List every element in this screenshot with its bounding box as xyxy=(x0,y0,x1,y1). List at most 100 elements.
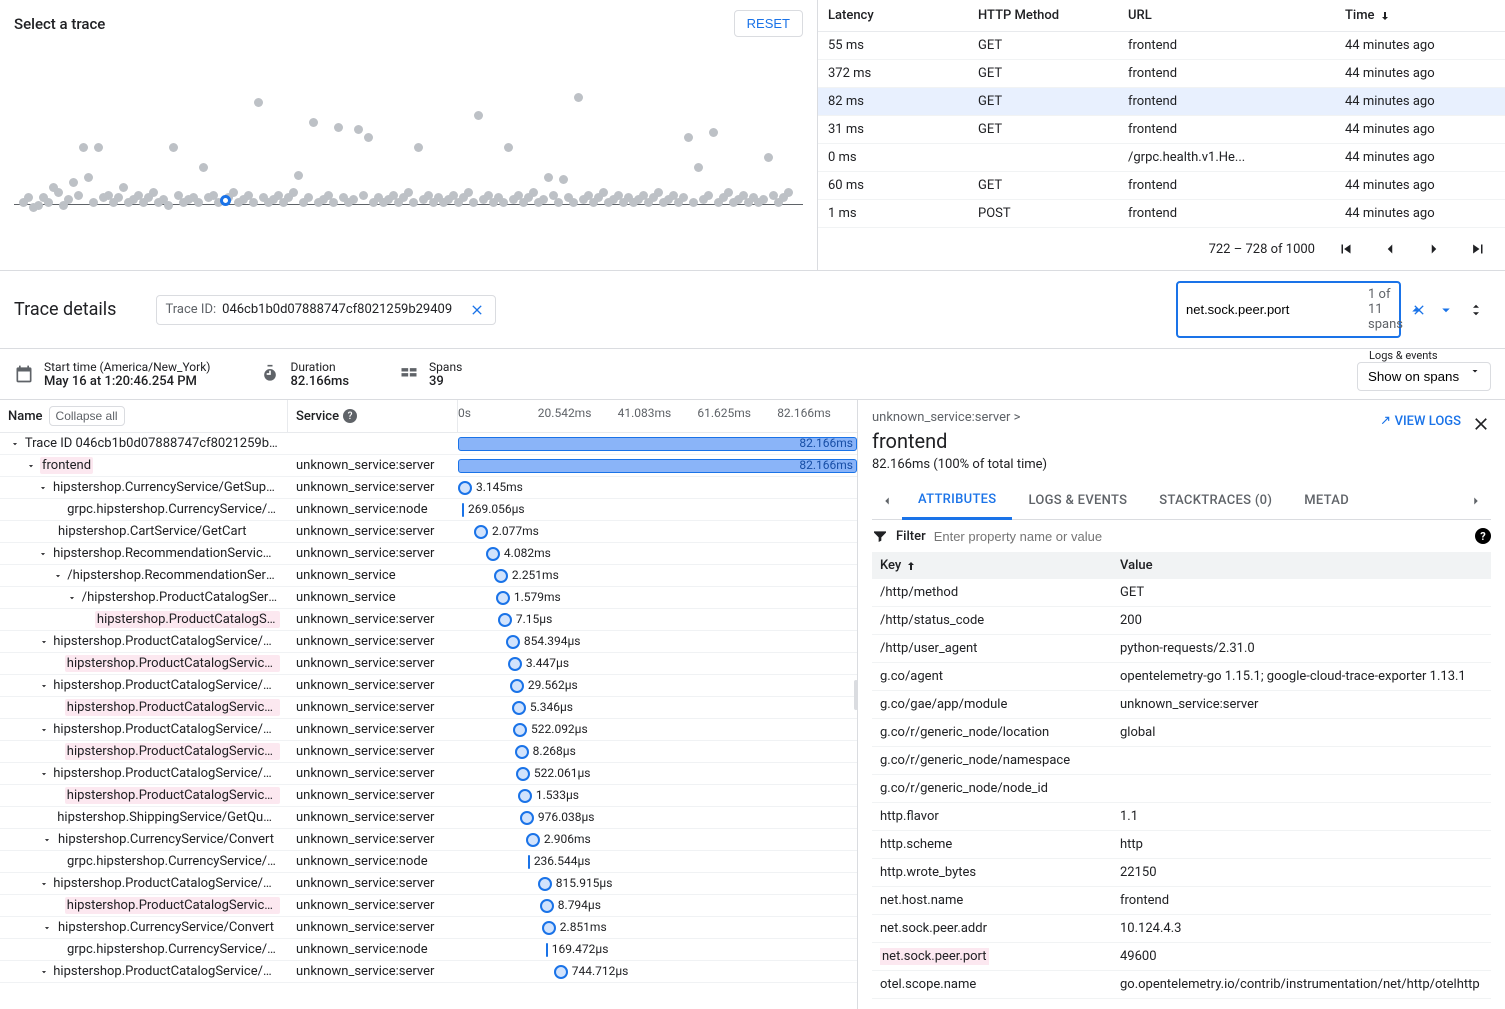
span-row[interactable]: hipstershop.CurrencyService/Convertunkno… xyxy=(0,917,857,939)
attribute-row[interactable]: g.co/agentopentelemetry-go 1.15.1; googl… xyxy=(872,663,1491,691)
tab-metadata[interactable]: METAD xyxy=(1288,483,1365,518)
scatter-dot[interactable] xyxy=(704,191,713,200)
span-row[interactable]: hipstershop.ShippingService/GetQuoteunkn… xyxy=(0,807,857,829)
scatter-dot[interactable] xyxy=(114,193,123,202)
scatter-dot[interactable] xyxy=(254,98,263,107)
span-row[interactable]: hipstershop.RecommendationService/List..… xyxy=(0,543,857,565)
scatter-dot[interactable] xyxy=(474,111,483,120)
tab-stacktraces[interactable]: STACKTRACES (0) xyxy=(1143,483,1288,518)
scatter-dot[interactable] xyxy=(304,193,313,202)
expand-toggle[interactable] xyxy=(10,439,21,449)
scatter-dot[interactable] xyxy=(89,198,98,207)
scatter-dot[interactable] xyxy=(554,198,563,207)
span-row[interactable]: hipstershop.ProductCatalogService/GetPr.… xyxy=(0,675,857,697)
attribute-row[interactable]: g.co/gae/app/moduleunknown_service:serve… xyxy=(872,691,1491,719)
span-row[interactable]: grpc.hipstershop.CurrencyService/GetS...… xyxy=(0,499,857,521)
pager-prev-button[interactable] xyxy=(1377,236,1403,262)
scatter-dot[interactable] xyxy=(559,175,568,184)
scatter-dot[interactable] xyxy=(64,195,73,204)
scatter-dot[interactable] xyxy=(69,178,78,187)
scatter-dot[interactable] xyxy=(689,198,698,207)
expand-toggle[interactable] xyxy=(39,725,50,735)
span-row[interactable]: hipstershop.ProductCatalogService/GetPr.… xyxy=(0,763,857,785)
span-row[interactable]: hipstershop.ProductCatalogService/GetPr.… xyxy=(0,719,857,741)
expand-button[interactable] xyxy=(1461,297,1491,323)
th-method[interactable]: HTTP Method xyxy=(978,8,1128,23)
scatter-dot[interactable] xyxy=(84,173,93,182)
scatter-dot[interactable] xyxy=(164,201,173,210)
expand-toggle[interactable] xyxy=(39,637,50,647)
search-field[interactable] xyxy=(1186,302,1362,317)
span-row[interactable]: hipstershop.CartService/GetCartunknown_s… xyxy=(0,521,857,543)
th-latency[interactable]: Latency xyxy=(828,8,978,23)
reset-button[interactable]: RESET xyxy=(734,10,803,37)
scatter-dot[interactable] xyxy=(574,93,583,102)
scatter-dot[interactable] xyxy=(529,188,538,197)
trace-row[interactable]: 0 ms/grpc.health.v1.He...44 minutes ago xyxy=(818,144,1505,172)
span-row[interactable]: hipstershop.ProductCatalogService/Get...… xyxy=(0,697,857,719)
scatter-dot[interactable] xyxy=(469,198,478,207)
scatter-dot[interactable] xyxy=(229,188,238,197)
filter-help-icon[interactable]: ? xyxy=(1475,528,1491,544)
expand-toggle[interactable] xyxy=(38,549,49,559)
scatter-dot[interactable] xyxy=(74,191,83,200)
logs-events-select[interactable]: Show on spans xyxy=(1357,362,1491,391)
scatter-dot[interactable] xyxy=(79,143,88,152)
scatter-dot[interactable] xyxy=(569,198,578,207)
scatter-dot[interactable] xyxy=(654,188,663,197)
span-row[interactable]: grpc.hipstershop.CurrencyService/Conv...… xyxy=(0,851,857,873)
trace-row[interactable]: 372 msGETfrontend44 minutes ago xyxy=(818,60,1505,88)
attribute-row[interactable]: net.sock.peer.addr10.124.4.3 xyxy=(872,915,1491,943)
span-row[interactable]: hipstershop.ProductCatalogService/Get...… xyxy=(0,741,857,763)
trace-row[interactable]: 55 msGETfrontend44 minutes ago xyxy=(818,32,1505,60)
scatter-dot[interactable] xyxy=(24,193,33,202)
expand-toggle[interactable] xyxy=(39,967,50,977)
search-prev-button[interactable] xyxy=(1401,297,1431,323)
th-url[interactable]: URL xyxy=(1128,8,1345,23)
attribute-row[interactable]: g.co/r/generic_node/locationglobal xyxy=(872,719,1491,747)
scatter-dot[interactable] xyxy=(289,188,298,197)
pager-first-button[interactable] xyxy=(1333,236,1359,262)
clear-trace-id-button[interactable] xyxy=(467,300,487,320)
attribute-row[interactable]: http.schemehttp xyxy=(872,831,1491,859)
scatter-dot[interactable] xyxy=(349,195,358,204)
span-row[interactable]: hipstershop.ProductCatalogService/GetPr.… xyxy=(0,961,857,983)
attribute-row[interactable]: net.host.namefrontend xyxy=(872,887,1491,915)
th-time[interactable]: Time xyxy=(1345,8,1495,23)
trace-row[interactable]: 1 msPOSTfrontend44 minutes ago xyxy=(818,200,1505,228)
expand-toggle[interactable] xyxy=(38,483,49,493)
span-row[interactable]: hipstershop.ProductCatalogService/GetPr.… xyxy=(0,631,857,653)
trace-row[interactable]: 31 msGETfrontend44 minutes ago xyxy=(818,116,1505,144)
attribute-row[interactable]: /http/methodGET xyxy=(872,579,1491,607)
tab-logs-events[interactable]: LOGS & EVENTS xyxy=(1012,483,1143,518)
scatter-dot[interactable] xyxy=(679,193,688,202)
span-row[interactable]: frontendunknown_service:server82.166ms xyxy=(0,455,857,477)
search-next-button[interactable] xyxy=(1431,297,1461,323)
span-row[interactable]: hipstershop.ProductCatalogService/Get...… xyxy=(0,895,857,917)
scatter-dot[interactable] xyxy=(294,171,303,180)
expand-toggle[interactable] xyxy=(39,769,50,779)
help-icon[interactable]: ? xyxy=(343,409,357,423)
scatter-dot[interactable] xyxy=(709,128,718,137)
span-row[interactable]: /hipstershop.RecommendationService/...un… xyxy=(0,565,857,587)
scatter-dot[interactable] xyxy=(119,183,128,192)
scatter-dot[interactable] xyxy=(414,143,423,152)
scatter-dot[interactable] xyxy=(504,143,513,152)
scatter-dot[interactable] xyxy=(44,198,53,207)
attribute-row[interactable]: /http/status_code200 xyxy=(872,607,1491,635)
scatter-dot[interactable] xyxy=(544,173,553,182)
attribute-row[interactable]: http.flavor1.1 xyxy=(872,803,1491,831)
expand-toggle[interactable] xyxy=(39,681,50,691)
tab-scroll-right-button[interactable] xyxy=(1461,487,1491,514)
trace-row[interactable]: 60 msGETfrontend44 minutes ago xyxy=(818,172,1505,200)
resize-handle[interactable] xyxy=(854,680,858,710)
span-row[interactable]: hipstershop.ProductCatalogService/Get...… xyxy=(0,785,857,807)
filter-input[interactable] xyxy=(934,529,1467,544)
scatter-dot[interactable] xyxy=(784,188,793,197)
scatter-dot[interactable] xyxy=(334,123,343,132)
attribute-row[interactable]: net.sock.peer.port49600 xyxy=(872,943,1491,971)
trace-id-input[interactable]: Trace ID: 046cb1b0d07888747cf8021259b294… xyxy=(156,295,496,325)
scatter-dot[interactable] xyxy=(499,198,508,207)
scatter-dot[interactable] xyxy=(409,198,418,207)
span-row[interactable]: /hipstershop.ProductCatalogService...unk… xyxy=(0,587,857,609)
